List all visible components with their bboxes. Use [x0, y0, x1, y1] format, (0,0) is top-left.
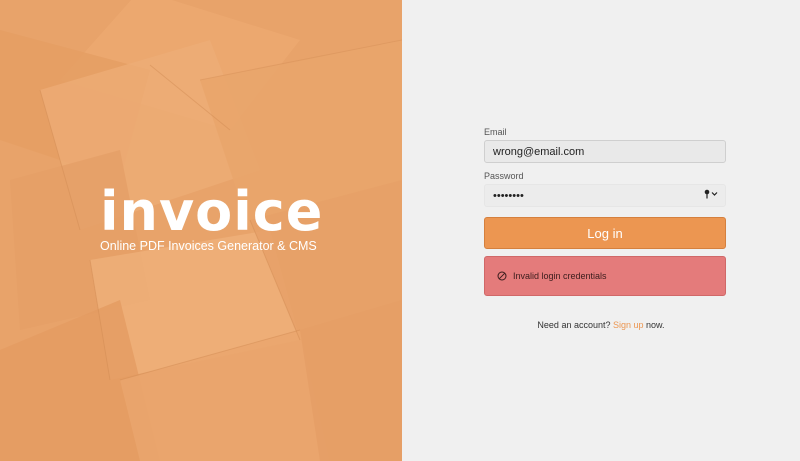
brand-panel: invoice Online PDF Invoices Generator & … — [0, 0, 402, 461]
logo-wordmark: invoice — [100, 180, 324, 243]
password-label: Password — [484, 171, 524, 181]
signup-prompt: Need an account? Sign up now. — [402, 320, 800, 330]
email-field[interactable] — [484, 140, 726, 163]
signup-prefix: Need an account? — [537, 320, 611, 330]
login-button[interactable]: Log in — [484, 217, 726, 249]
error-alert: Invalid login credentials — [484, 256, 726, 296]
email-label: Email — [484, 127, 507, 137]
error-message: Invalid login credentials — [513, 271, 607, 281]
brand-logo: invoice Online PDF Invoices Generator & … — [100, 180, 324, 254]
login-form: Email Password Log in Invalid login cred… — [484, 127, 726, 296]
key-icon[interactable] — [704, 189, 718, 201]
password-field[interactable] — [484, 184, 726, 207]
brand-tagline: Online PDF Invoices Generator & CMS — [100, 239, 317, 253]
signup-link[interactable]: Sign up — [613, 320, 644, 330]
prohibited-icon — [497, 271, 507, 281]
signup-suffix: now. — [646, 320, 665, 330]
password-wrapper — [484, 184, 726, 207]
login-panel: Email Password Log in Invalid login cred… — [402, 0, 800, 461]
